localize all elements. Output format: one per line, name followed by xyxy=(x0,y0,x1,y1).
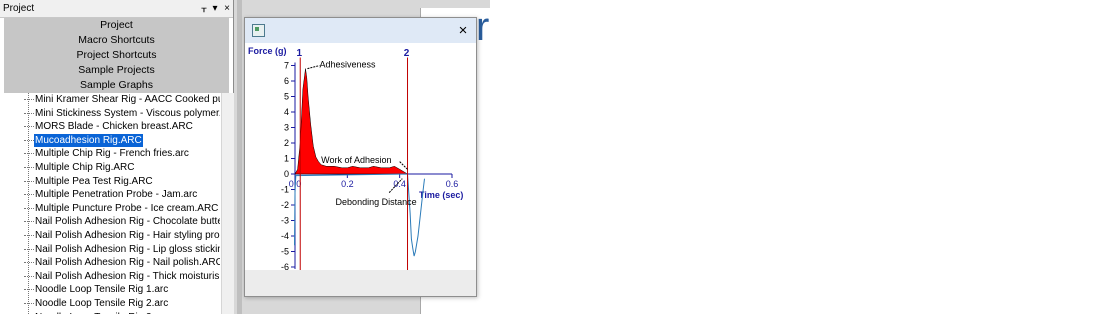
tree-item-label: Nail Polish Adhesion Rig - Chocolate but… xyxy=(35,216,220,228)
sample-graphs-tree: Mini Kramer Shear Rig - AACC Cooked puls… xyxy=(0,93,220,314)
tree-connector xyxy=(24,99,34,100)
project-panel-header: Project ᚁ ▾ × xyxy=(0,0,233,18)
project-panel-title: Project xyxy=(3,3,35,14)
nav-button-sample-projects[interactable]: Sample Projects xyxy=(4,63,229,78)
tree-item[interactable]: MORS Blade - Chicken breast.ARC xyxy=(0,120,220,134)
tree-item-label: Noodle Loop Tensile Rig 1.arc xyxy=(35,284,169,296)
tree-item[interactable]: Nail Polish Adhesion Rig - Chocolate but… xyxy=(0,215,220,229)
tree-item-label: Nail Polish Adhesion Rig - Hair styling … xyxy=(35,230,220,241)
tree-connector xyxy=(24,248,34,250)
tree-item[interactable]: Multiple Pea Test Rig.ARC xyxy=(0,175,220,189)
tree-scrollbar[interactable] xyxy=(221,93,234,314)
background-window-text: r xyxy=(476,5,490,49)
tree-item[interactable]: Noodle Loop Tensile Rig 2.arc xyxy=(0,297,220,311)
tree-connector xyxy=(24,139,34,141)
x-tick-label: 0.4 xyxy=(393,179,406,189)
x-axis-label: Time (sec) xyxy=(419,190,463,200)
nav-button-project[interactable]: Project xyxy=(4,18,229,33)
tree-item[interactable]: Multiple Chip Rig.ARC xyxy=(0,161,220,175)
tree-item[interactable]: Mucoadhesion Rig.ARC xyxy=(0,133,220,148)
graph-window-titlebar[interactable]: × xyxy=(245,18,476,43)
nav-button-macro-shortcuts[interactable]: Macro Shortcuts xyxy=(4,33,229,48)
y-tick-label: 3 xyxy=(284,123,289,133)
tree-item[interactable]: Multiple Chip Rig - French fries.arc xyxy=(0,147,220,161)
nav-button-sample-graphs[interactable]: Sample Graphs xyxy=(4,78,229,93)
annotation-debonding-distance: Debonding Distance xyxy=(336,197,417,207)
close-button[interactable]: × xyxy=(451,18,475,43)
y-tick-label: -6 xyxy=(281,262,289,270)
project-panel: Project ᚁ ▾ × Project Macro Shortcuts Pr… xyxy=(0,0,234,314)
tree-item[interactable]: Nail Polish Adhesion Rig - Hair styling … xyxy=(0,229,220,243)
tree-item-label: Mini Kramer Shear Rig - AACC Cooked puls… xyxy=(35,94,220,105)
chevron-down-icon[interactable]: ▾ xyxy=(209,0,221,17)
tree-item[interactable]: Multiple Penetration Probe - Jam.arc xyxy=(0,188,220,202)
adhesiveness-leader xyxy=(307,65,320,70)
y-tick-label: -3 xyxy=(281,216,289,226)
nav-button-project-shortcuts[interactable]: Project Shortcuts xyxy=(4,48,229,63)
tree-item-label: Multiple Puncture Probe - Ice cream.ARC xyxy=(35,202,219,214)
y-tick-label: -4 xyxy=(281,231,289,241)
tree-connector xyxy=(24,303,34,304)
force-time-chart[interactable]: 76543210-1-2-3-4-5-60.0 0.2 0.4 0.6Force (g… xyxy=(245,43,476,270)
graph-window-footer xyxy=(245,270,476,296)
tree-connector xyxy=(24,275,34,277)
work-of-adhesion-leader xyxy=(399,161,408,170)
close-icon[interactable]: × xyxy=(221,0,233,17)
tree-item-label: Multiple Chip Rig - French fries.arc xyxy=(35,148,189,160)
tree-item[interactable]: Mini Stickiness System - Viscous polymer… xyxy=(0,107,220,121)
y-tick-label: 1 xyxy=(284,154,289,164)
graph-window: × 7 6 5 4 3 2 1 0 -1 -2 -3 -4 -5 -6 0.0 0.2 0.4 0.6 Force … xyxy=(244,17,477,297)
tree-item-label: Mini Stickiness System - Viscous polymer… xyxy=(35,107,220,119)
tree-item-label: Nail Polish Adhesion Rig - Lip gloss sti… xyxy=(35,243,220,255)
tree-item[interactable]: Nail Polish Adhesion Rig - Lip gloss sti… xyxy=(0,243,220,257)
tree-item-label: Multiple Pea Test Rig.ARC xyxy=(35,175,153,187)
tree-item-label: Multiple Chip Rig.ARC xyxy=(35,162,135,173)
tree-connector xyxy=(24,207,34,209)
y-tick-label: -2 xyxy=(281,200,289,210)
y-tick-label: -5 xyxy=(281,247,289,257)
tree-connector xyxy=(24,194,34,196)
tree-item-label: Noodle Loop Tensile Rig 3.arc xyxy=(34,311,169,314)
y-tick-label: 4 xyxy=(284,107,289,117)
x-tick-label: 0.2 xyxy=(341,179,354,189)
tree-connector xyxy=(24,167,34,168)
tree-item[interactable]: Mini Kramer Shear Rig - AACC Cooked puls… xyxy=(0,93,220,107)
y-axis-label: Force (g) xyxy=(248,46,287,56)
tree-item-label: Noodle Loop Tensile Rig 2.arc xyxy=(35,298,169,309)
tree-connector xyxy=(24,153,34,155)
y-tick-label: 6 xyxy=(284,76,289,86)
tree-item[interactable]: Multiple Puncture Probe - Ice cream.ARC xyxy=(0,202,220,216)
tree-item-label: Mucoadhesion Rig.ARC xyxy=(34,133,143,147)
marker-label-2: 2 xyxy=(404,48,410,59)
graph-window-icon xyxy=(252,24,265,37)
tree-connector xyxy=(24,262,34,264)
y-tick-label: 7 xyxy=(284,61,289,71)
tree-connector xyxy=(24,180,34,182)
tree-item-label: Nail Polish Adhesion Rig - Nail polish.A… xyxy=(35,257,220,269)
annotation-work-of-adhesion: Work of Adhesion xyxy=(321,155,391,165)
tree-item-label: Nail Polish Adhesion Rig - Thick moistur… xyxy=(35,270,220,282)
tree-item[interactable]: Nail Polish Adhesion Rig - Nail polish.A… xyxy=(0,256,220,270)
tree-item[interactable]: Nail Polish Adhesion Rig - Thick moistur… xyxy=(0,270,220,284)
tree-connector xyxy=(24,221,34,223)
y-tick-label: 2 xyxy=(284,138,289,148)
x-tick-label: 0.6 xyxy=(446,179,459,189)
marker-label-1: 1 xyxy=(296,48,302,59)
tree-item[interactable]: Noodle Loop Tensile Rig 1.arc xyxy=(0,283,220,297)
tree-connector xyxy=(24,112,34,114)
y-tick-label: 0 xyxy=(284,169,289,179)
workspace-splitter[interactable] xyxy=(237,0,242,314)
tree-item-label: MORS Blade - Chicken breast.ARC xyxy=(35,121,193,133)
tree-connector xyxy=(24,126,34,128)
tree-connector xyxy=(24,289,34,291)
annotation-adhesiveness: Adhesiveness xyxy=(319,60,376,70)
tree-item[interactable]: Noodle Loop Tensile Rig 3.arc xyxy=(0,311,220,314)
tree-connector xyxy=(24,235,34,236)
y-tick-label: 5 xyxy=(284,92,289,102)
tree-item-label: Multiple Penetration Probe - Jam.arc xyxy=(35,189,198,201)
